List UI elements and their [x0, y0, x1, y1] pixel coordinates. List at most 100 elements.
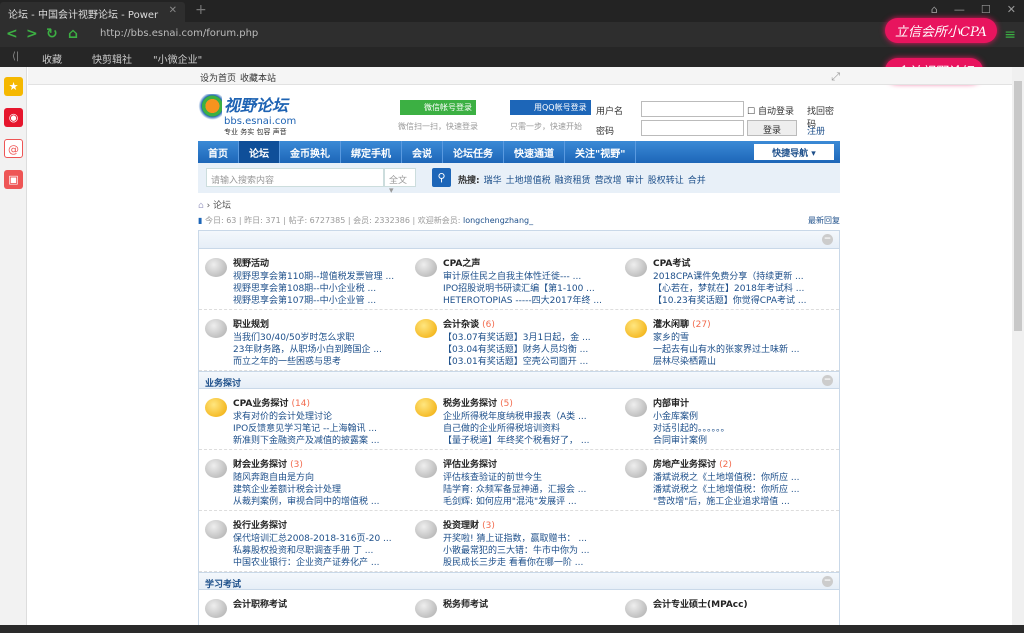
- breadcrumb-current[interactable]: 论坛: [213, 201, 231, 211]
- wechat-login-button[interactable]: 微信帐号登录: [400, 100, 476, 115]
- thread-link[interactable]: 评估核查验证的前世今生: [443, 472, 619, 484]
- nav-item[interactable]: 论坛任务: [443, 141, 504, 163]
- close-tab-icon[interactable]: ✕: [169, 5, 177, 16]
- forum-name[interactable]: CPA之声: [443, 256, 619, 269]
- thread-link[interactable]: 审计原住民之自我主体性迁徙--- ...: [443, 271, 619, 283]
- nav-item[interactable]: 快速通道: [504, 141, 565, 163]
- bookmark-site-link[interactable]: 收藏本站: [240, 74, 276, 84]
- thread-link[interactable]: 新准则下金融资产及减值的披露案 ...: [233, 435, 409, 447]
- forum-name[interactable]: 财会业务探讨 (3): [233, 457, 409, 470]
- nav-item[interactable]: 关注"视野": [565, 141, 636, 163]
- minimize-icon[interactable]: —: [954, 3, 965, 16]
- thread-link[interactable]: 合同审计案例: [653, 435, 829, 447]
- quick-nav-button[interactable]: 快捷导航 ▾: [754, 144, 834, 160]
- forum-name[interactable]: 会计专业硕士(MPAcc): [653, 597, 829, 610]
- forum-name[interactable]: 灌水闲聊 (27): [653, 317, 829, 330]
- thread-link[interactable]: 毛剑辉: 如何应用"混沌"发展评 ...: [443, 496, 619, 508]
- thread-link[interactable]: 股民成长三步走 看看你在哪一阶 ...: [443, 557, 619, 569]
- url-input[interactable]: http://bbs.esnai.com/forum.php: [100, 28, 258, 39]
- forum-name[interactable]: 会计杂谈 (6): [443, 317, 619, 330]
- new-member-link[interactable]: longchengzhang_: [463, 216, 533, 225]
- thread-link[interactable]: 【量子税道】年终奖个税看好了， ...: [443, 435, 619, 447]
- nav-item[interactable]: 会说: [402, 141, 443, 163]
- hot-search-link[interactable]: 审计: [626, 176, 644, 186]
- search-scope-select[interactable]: 全文 ▾: [384, 168, 416, 187]
- home-icon[interactable]: ⌂: [68, 26, 78, 42]
- weibo-icon[interactable]: ◉: [4, 108, 23, 127]
- thread-link[interactable]: 【10.23有奖话题】你觉得CPA考试 ...: [653, 295, 829, 307]
- forum-name[interactable]: 内部审计: [653, 396, 829, 409]
- search-icon[interactable]: ⚲: [432, 168, 451, 187]
- thread-link[interactable]: 一起去有山有水的张家界过土味新 ...: [653, 344, 829, 356]
- skin-icon[interactable]: ⌂: [931, 3, 938, 16]
- forum-name[interactable]: 税务师考试: [443, 597, 619, 610]
- menu-icon[interactable]: ≡: [1004, 27, 1016, 43]
- mail-icon[interactable]: @: [4, 139, 23, 158]
- forum-name[interactable]: 视野活动: [233, 256, 409, 269]
- thread-link[interactable]: 随风奔跑自由是方向: [233, 472, 409, 484]
- thread-link[interactable]: 23年财务路，从职场小白到跨国企 ...: [233, 344, 409, 356]
- thread-link[interactable]: 视野思享会第110期--增值税发票管理 ...: [233, 271, 409, 283]
- thread-link[interactable]: IPO招股说明书研读汇编【第1-100 ...: [443, 283, 619, 295]
- thread-link[interactable]: 而立之年的一些困惑与思考: [233, 356, 409, 368]
- thread-link[interactable]: 当我们30/40/50岁时怎么求职: [233, 332, 409, 344]
- hot-search-link[interactable]: 土地增值税: [506, 176, 551, 186]
- thread-link[interactable]: HETEROTOPIAS -----四大2017年终 ...: [443, 295, 619, 307]
- thread-link[interactable]: 【03.07有奖话题】3月1日起，金 ...: [443, 332, 619, 344]
- new-tab-icon[interactable]: +: [195, 2, 207, 18]
- thread-link[interactable]: 对话引起的。。。。。。: [653, 423, 829, 435]
- thread-link[interactable]: 中国农业银行：企业资产证券化产 ...: [233, 557, 409, 569]
- hot-search-link[interactable]: 营改增: [595, 176, 622, 186]
- auto-login-checkbox[interactable]: ☐ 自动登录: [747, 104, 794, 117]
- section-title[interactable]: 学习考试: [205, 580, 241, 590]
- close-window-icon[interactable]: ✕: [1007, 3, 1016, 16]
- game-icon[interactable]: ▣: [4, 170, 23, 189]
- username-label[interactable]: 用户名: [596, 104, 623, 117]
- forum-name[interactable]: 税务业务探讨 (5): [443, 396, 619, 409]
- home-crumb-icon[interactable]: ⌂: [198, 201, 204, 211]
- thread-link[interactable]: 从裁判案例，审视合同中的增值税 ...: [233, 496, 409, 508]
- collapse-icon[interactable]: −: [822, 576, 833, 587]
- nav-item[interactable]: 论坛: [239, 141, 280, 163]
- thread-link[interactable]: 潘斌说税之《土地增值税：你所应 ...: [653, 472, 829, 484]
- hot-search-link[interactable]: 合并: [688, 176, 706, 186]
- register-link[interactable]: 注册: [807, 124, 825, 137]
- thread-link[interactable]: 小散最常犯的三大错：牛市中你为 ...: [443, 545, 619, 557]
- thread-link[interactable]: 潘斌说税之《土地增值税：你所应 ...: [653, 484, 829, 496]
- thread-link[interactable]: 私募股权投资和尽职调查手册 丁 ...: [233, 545, 409, 557]
- forward-icon[interactable]: >: [26, 26, 38, 42]
- section-title[interactable]: 业务探讨: [205, 379, 241, 389]
- thread-link[interactable]: 小金库案例: [653, 411, 829, 423]
- back-icon[interactable]: <: [6, 26, 18, 42]
- thread-link[interactable]: 层林尽染栖霞山: [653, 356, 829, 368]
- collapse-icon[interactable]: −: [822, 375, 833, 386]
- maximize-icon[interactable]: ☐: [981, 3, 991, 16]
- thread-link[interactable]: "营改增"后，施工企业追求增值 ...: [653, 496, 829, 508]
- nav-item[interactable]: 绑定手机: [341, 141, 402, 163]
- forum-name[interactable]: 会计职称考试: [233, 597, 409, 610]
- thread-link[interactable]: 【03.04有奖话题】财务人员均衡 ...: [443, 344, 619, 356]
- search-input[interactable]: 请输入搜索内容: [206, 168, 384, 187]
- forum-name[interactable]: CPA考试: [653, 256, 829, 269]
- bookmark-xiaowei[interactable]: "小微企业": [153, 51, 202, 66]
- login-submit-button[interactable]: 登录: [747, 120, 797, 136]
- thread-link[interactable]: 2018CPA课件免费分享（持续更新 ...: [653, 271, 829, 283]
- sidebar-toggle-icon[interactable]: ⟨|: [12, 51, 19, 62]
- hot-search-link[interactable]: 融资租赁: [555, 176, 591, 186]
- favorites-icon[interactable]: ★: [4, 77, 23, 96]
- thread-link[interactable]: 保代培训汇总2008-2018-316页-20 ...: [233, 533, 409, 545]
- scrollbar[interactable]: [1012, 67, 1024, 625]
- username-input[interactable]: [641, 101, 744, 117]
- thread-link[interactable]: 企业所得税年度纳税申报表（A类 ...: [443, 411, 619, 423]
- bookmark-kuaijianji[interactable]: 快剪辑社: [92, 51, 132, 66]
- qq-login-button[interactable]: 用QQ帐号登录: [510, 100, 591, 115]
- thread-link[interactable]: 自己做的企业所得税培训资料: [443, 423, 619, 435]
- site-logo[interactable]: 视野论坛bbs.esnai.com专业 务实 包容 声音: [198, 92, 296, 137]
- password-input[interactable]: [641, 120, 744, 136]
- browser-tab[interactable]: 论坛 - 中国会计视野论坛 - Power✕: [0, 2, 185, 22]
- reload-icon[interactable]: ↻: [46, 26, 58, 42]
- scrollbar-thumb[interactable]: [1014, 81, 1022, 331]
- latest-replies-link[interactable]: 最新回复: [808, 215, 840, 226]
- forum-name[interactable]: CPA业务探讨 (14): [233, 396, 409, 409]
- hot-search-link[interactable]: 瑞华: [484, 176, 502, 186]
